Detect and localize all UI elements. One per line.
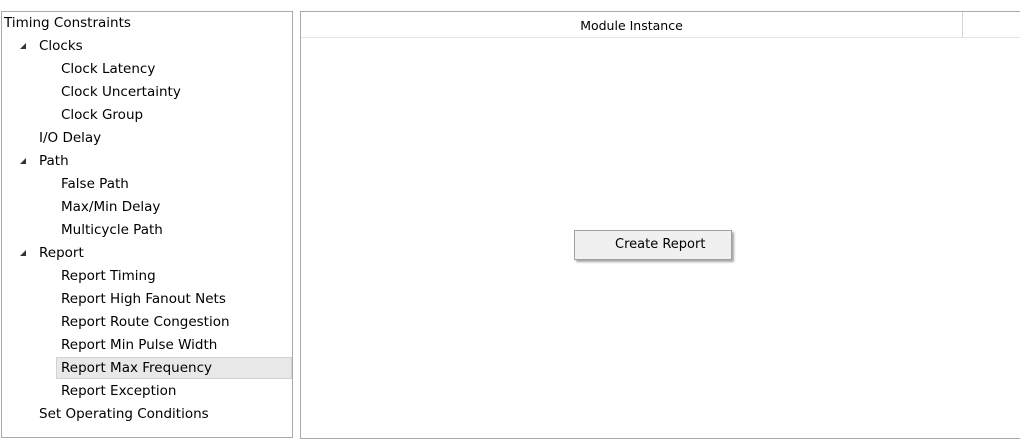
tree-item-path[interactable]: Path [2, 150, 292, 172]
tree-item-multicycle-path[interactable]: Multicycle Path [2, 219, 292, 241]
tree-item-set-operating-conditions[interactable]: Set Operating Conditions [2, 403, 292, 425]
tree-item-label: Clocks [39, 38, 83, 54]
tree-item-label: Path [39, 153, 69, 169]
tree-item-report-high-fanout-nets[interactable]: Report High Fanout Nets [2, 288, 292, 310]
tree-item-label: Report [39, 245, 84, 261]
tree-item-false-path[interactable]: False Path [2, 173, 292, 195]
tree-item-label: Report Exception [61, 383, 177, 399]
context-menu: Create Report [574, 230, 732, 260]
tree-item-clocks[interactable]: Clocks [2, 35, 292, 57]
tree-item-label: Max/Min Delay [61, 199, 161, 215]
expanded-arrow-icon[interactable] [19, 35, 29, 57]
tree-item-label: Set Operating Conditions [39, 406, 209, 422]
tree-item-report[interactable]: Report [2, 242, 292, 264]
tree-item-timing-constraints[interactable]: Timing Constraints [2, 12, 292, 34]
tree-item-label: Clock Uncertainty [61, 84, 181, 100]
tree-item-report-timing[interactable]: Report Timing [2, 265, 292, 287]
tree-item-label: I/O Delay [39, 130, 102, 146]
expanded-arrow-icon[interactable] [19, 242, 29, 264]
tree-item-label: Clock Latency [61, 61, 156, 77]
timing-constraints-window: Timing Constraints Clocks Clock Latency Clo… [0, 0, 1020, 442]
tree-item-max-min-delay[interactable]: Max/Min Delay [2, 196, 292, 218]
tree-item-label: Multicycle Path [61, 222, 163, 238]
tree-item-report-max-frequency[interactable]: Report Max Frequency [56, 357, 292, 379]
tree-item-label: Report Timing [61, 268, 156, 284]
tree-item-clock-group[interactable]: Clock Group [2, 104, 292, 126]
timing-constraints-tree[interactable]: Timing Constraints Clocks Clock Latency Clo… [1, 11, 293, 438]
column-header-row: Module Instance [301, 12, 1020, 38]
tree-item-report-min-pulse-width[interactable]: Report Min Pulse Width [2, 334, 292, 356]
column-header-filler [963, 12, 1020, 37]
tree-item-label: Report High Fanout Nets [61, 291, 226, 307]
tree-item-label: Timing Constraints [4, 15, 131, 31]
tree-item-label: False Path [61, 176, 129, 192]
create-report-menu-item[interactable]: Create Report [576, 232, 730, 258]
tree-item-i-o-delay[interactable]: I/O Delay [2, 127, 292, 149]
tree-item-label: Report Min Pulse Width [61, 337, 218, 353]
tree-item-label: Report Route Congestion [61, 314, 230, 330]
tree-item-report-route-congestion[interactable]: Report Route Congestion [2, 311, 292, 333]
tree-item-report-exception[interactable]: Report Exception [2, 380, 292, 402]
tree-item-clock-latency[interactable]: Clock Latency [2, 58, 292, 80]
create-report-label: Create Report [615, 237, 706, 252]
tree-item-label: Clock Group [61, 107, 144, 123]
tree-item-clock-uncertainty[interactable]: Clock Uncertainty [2, 81, 292, 103]
column-header-module-instance[interactable]: Module Instance [301, 12, 963, 37]
module-instance-panel[interactable]: Module Instance Create Report [300, 11, 1020, 439]
expanded-arrow-icon[interactable] [19, 150, 29, 172]
tree-item-label: Report Max Frequency [61, 360, 212, 376]
